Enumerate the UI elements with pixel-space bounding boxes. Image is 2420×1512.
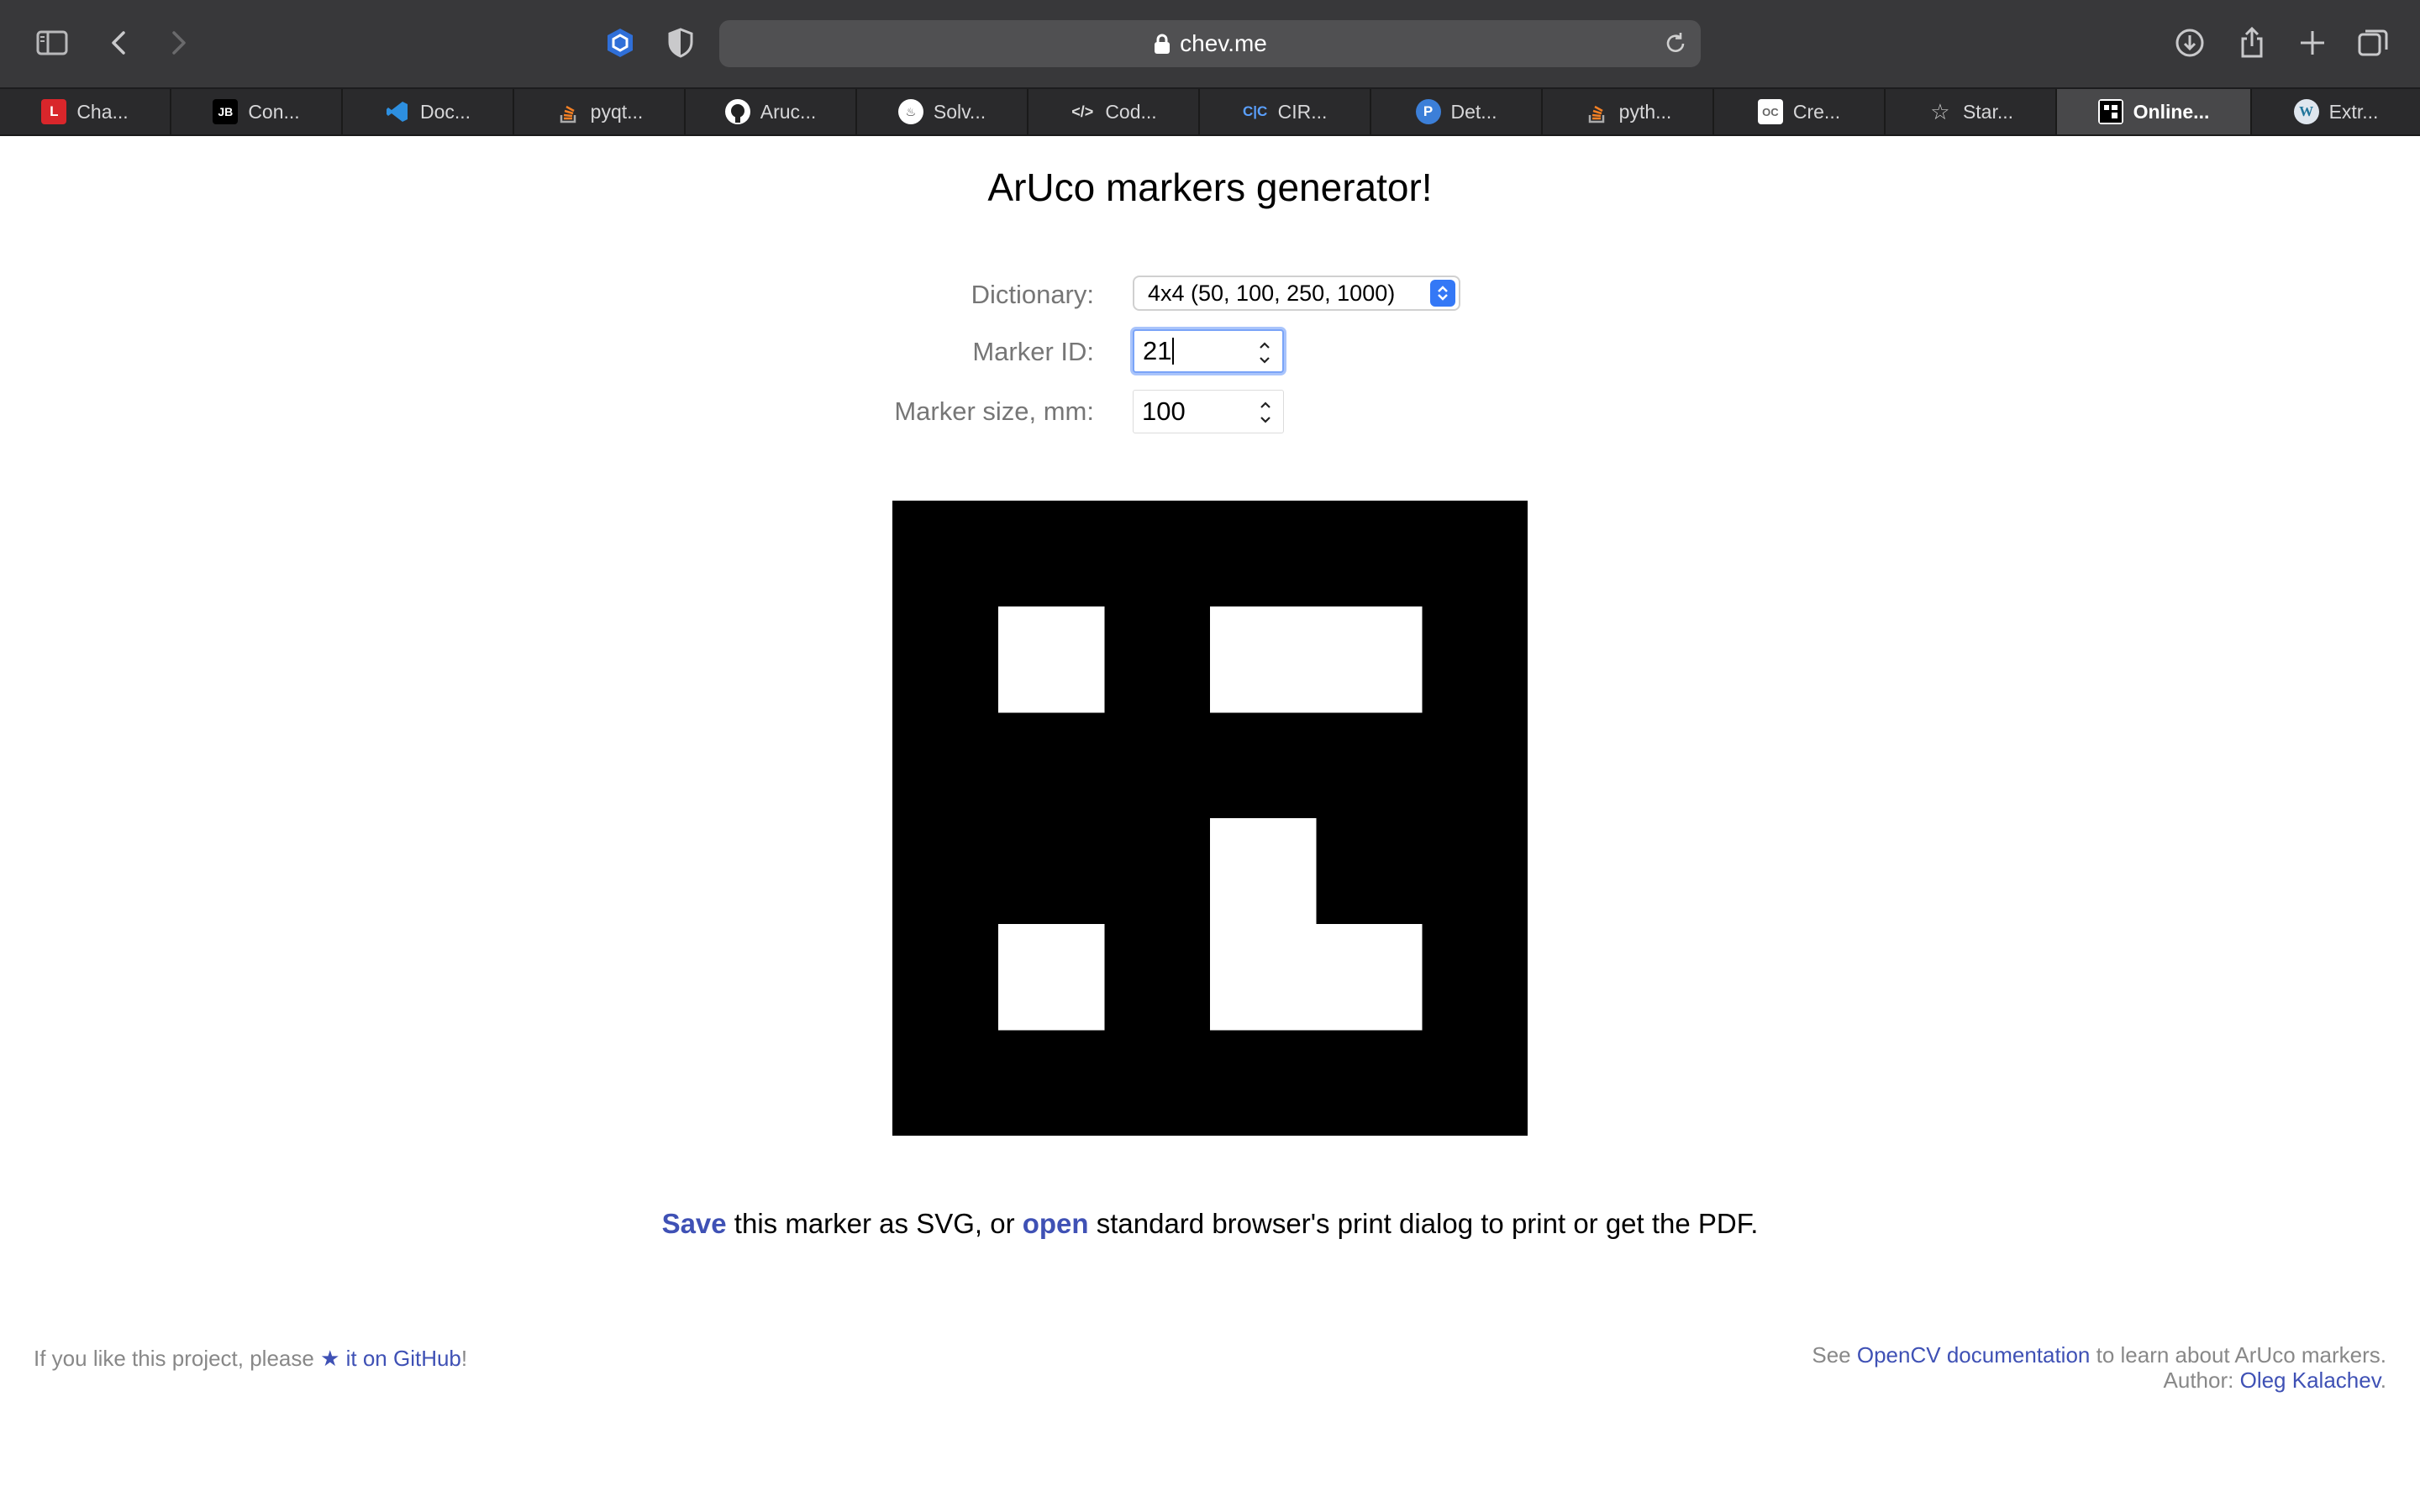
tab-label: CIR... [1277, 100, 1328, 123]
tab-label: Cre... [1792, 100, 1841, 123]
marker-id-input[interactable]: 21 [1133, 329, 1284, 373]
save-link[interactable]: Save [662, 1208, 727, 1239]
tab-label: Det... [1450, 100, 1497, 123]
marker-cell [1210, 818, 1317, 925]
blue-p-icon: P [1415, 99, 1441, 124]
stepper-icon[interactable] [1255, 338, 1274, 368]
github-icon [724, 99, 750, 124]
star-icon: ★ [320, 1346, 340, 1371]
tab-label: Solv... [933, 100, 986, 123]
circle-logo-icon: ♨ [897, 99, 923, 124]
lock-icon [1155, 34, 1171, 54]
opencv-docs-link[interactable]: OpenCV documentation [1857, 1342, 2091, 1368]
new-tab-icon[interactable] [2292, 23, 2333, 63]
marker-cell [1316, 924, 1423, 1031]
privacy-shield-icon[interactable] [600, 23, 640, 63]
tab-label: Star... [1962, 100, 2014, 123]
browser-toolbar: chev.me [0, 0, 2420, 89]
forward-arrow-icon[interactable] [158, 23, 198, 63]
tab-item[interactable]: Aruc... [686, 89, 857, 134]
back-arrow-icon[interactable] [99, 23, 139, 63]
dictionary-select[interactable]: 4x4 (50, 100, 250, 1000) [1133, 276, 1460, 311]
tab-item[interactable]: C|C CIR... [1200, 89, 1371, 134]
tab-label: pyqt... [590, 100, 644, 123]
tab-bar: L Cha... JB Con... Doc... pyqt... Aruc..… [0, 89, 2420, 136]
tab-label: Doc... [419, 100, 471, 123]
tab-item[interactable]: ♨ Solv... [857, 89, 1028, 134]
tab-label: Cha... [76, 100, 129, 123]
marker-cell [1316, 606, 1423, 713]
tab-overview-icon[interactable] [2353, 23, 2393, 63]
tab-item[interactable]: W Extr... [2252, 89, 2420, 134]
downloads-icon[interactable] [2170, 23, 2210, 63]
cir-logo-icon: C|C [1242, 103, 1268, 119]
marker-size-input[interactable]: 100 [1133, 390, 1284, 433]
jetbrains-icon: JB [213, 99, 239, 124]
address-bar[interactable]: chev.me [719, 20, 1701, 67]
tab-item[interactable]: pyqt... [514, 89, 686, 134]
stackoverflow-icon [555, 99, 581, 124]
vscode-icon [385, 99, 410, 124]
aruco-marker [892, 501, 1528, 1136]
aruco-icon [2097, 99, 2123, 124]
tab-item[interactable]: P Det... [1371, 89, 1543, 134]
author-link[interactable]: Oleg Kalachev [2240, 1368, 2381, 1393]
red-logo-icon: L [41, 99, 67, 124]
tab-label: Con... [248, 100, 300, 123]
url-text: chev.me [1180, 30, 1267, 56]
footer-credits: See OpenCV documentation to learn about … [1812, 1342, 2386, 1393]
dictionary-label: Dictionary: [971, 280, 1094, 309]
marker-cell [998, 606, 1105, 713]
tab-label: Online... [2133, 100, 2210, 123]
reload-icon[interactable] [1662, 30, 1689, 57]
cv-logo-icon: OC [1757, 99, 1783, 124]
page-title: ArUco markers generator! [987, 165, 1433, 209]
github-star-link[interactable]: ★ it on GitHub [320, 1346, 461, 1371]
share-icon[interactable] [2232, 23, 2272, 63]
code-icon: </> [1071, 102, 1094, 120]
tab-item[interactable]: Online... [2057, 89, 2252, 134]
tab-item[interactable]: </> Cod... [1028, 89, 1200, 134]
marker-cell [998, 924, 1105, 1031]
wordpress-icon: W [2293, 99, 2319, 124]
tab-label: Aruc... [760, 100, 817, 123]
marker-size-label: Marker size, mm: [894, 396, 1094, 426]
tab-item[interactable]: ☆ Star... [1886, 89, 2057, 134]
print-text: standard browser's print dialog to print… [1088, 1208, 1759, 1239]
marker-cell [1210, 924, 1317, 1031]
tab-item[interactable]: L Cha... [0, 89, 171, 134]
tab-item[interactable]: Doc... [343, 89, 514, 134]
open-print-link[interactable]: open [1023, 1208, 1089, 1239]
tab-item[interactable]: OC Cre... [1714, 89, 1886, 134]
footer-github-note: If you like this project, please ★ it on… [34, 1346, 468, 1371]
marker-cell [1210, 606, 1317, 713]
marker-id-label: Marker ID: [972, 337, 1094, 366]
sidebar-toggle-icon[interactable] [32, 23, 72, 63]
tab-label: Extr... [2328, 100, 2379, 123]
tab-label: pyth... [1618, 100, 1672, 123]
stackoverflow-icon [1584, 99, 1609, 124]
dictionary-value: 4x4 (50, 100, 250, 1000) [1148, 280, 1396, 306]
tab-item[interactable]: JB Con... [171, 89, 343, 134]
star-icon: ☆ [1930, 98, 1950, 124]
select-arrows-icon [1430, 280, 1455, 307]
save-text: this marker as SVG, or [726, 1208, 1023, 1239]
text-caret [1172, 338, 1175, 365]
shield-icon[interactable] [660, 23, 701, 63]
tab-item[interactable]: pyth... [1543, 89, 1714, 134]
marker-size-value: 100 [1142, 396, 1186, 426]
save-instructions: Save this marker as SVG, or open standar… [0, 1208, 2420, 1240]
tab-label: Cod... [1105, 100, 1157, 123]
stepper-icon[interactable] [1256, 397, 1275, 428]
marker-id-value: 21 [1143, 336, 1172, 365]
